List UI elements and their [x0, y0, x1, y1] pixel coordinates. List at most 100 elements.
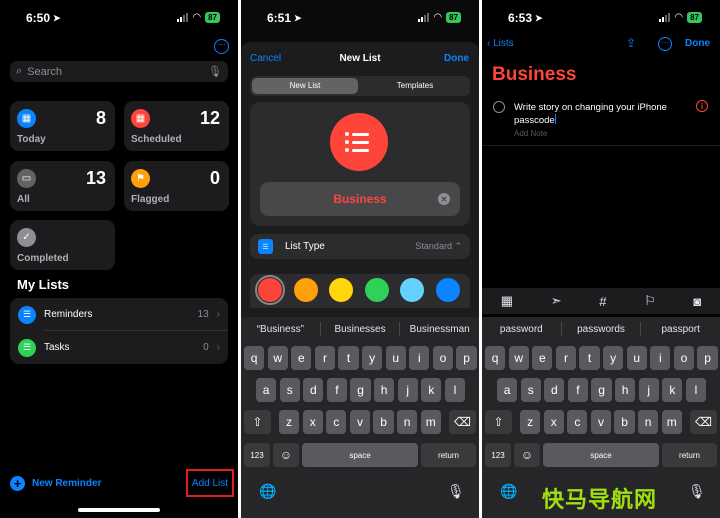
tab-templates[interactable]: Templates — [360, 81, 470, 90]
key-x[interactable]: x — [543, 410, 564, 434]
key-w[interactable]: w — [267, 346, 288, 370]
list-type-value[interactable]: Standard ⌃ — [415, 241, 462, 252]
tab-new-list[interactable]: New List — [250, 81, 360, 90]
share-icon[interactable]: ⇪ — [626, 36, 636, 50]
reminder-checkbox[interactable] — [493, 101, 505, 113]
key-d[interactable]: d — [303, 378, 324, 402]
color-swatch-orange[interactable] — [294, 278, 318, 302]
more-icon[interactable]: ··· — [658, 37, 672, 51]
key-e[interactable]: e — [291, 346, 312, 370]
add-note-field[interactable]: Add Note — [514, 129, 547, 138]
key-l[interactable]: l — [444, 378, 466, 402]
key-g[interactable]: g — [350, 378, 371, 402]
key-o[interactable]: o — [432, 346, 454, 370]
tag-icon[interactable]: # — [599, 294, 606, 309]
key-i[interactable]: i — [650, 346, 671, 370]
list-bullet-icon[interactable] — [330, 113, 388, 171]
delete-key[interactable]: ⌫ — [449, 410, 476, 434]
search-input[interactable]: ⌕ Search 🎙 — [10, 61, 228, 82]
smart-list-completed[interactable]: ✓ Completed — [10, 220, 115, 270]
key-n[interactable]: n — [638, 410, 659, 434]
key-m[interactable]: m — [661, 410, 682, 434]
numbers-key[interactable]: 123 — [485, 443, 511, 467]
key-c[interactable]: c — [567, 410, 588, 434]
key-m[interactable]: m — [420, 410, 441, 434]
return-key[interactable]: return — [662, 443, 717, 467]
key-n[interactable]: n — [397, 410, 418, 434]
color-swatch-red[interactable] — [255, 275, 285, 305]
calendar-clock-icon[interactable]: ▦ — [501, 293, 513, 309]
suggestion[interactable]: passport — [641, 324, 720, 335]
key-f[interactable]: f — [326, 378, 348, 402]
key-u[interactable]: u — [385, 346, 406, 370]
space-key[interactable]: space — [302, 443, 418, 467]
list-name-field[interactable]: Business ✕ — [260, 182, 460, 216]
key-r[interactable]: r — [555, 346, 577, 370]
key-q[interactable]: q — [244, 346, 265, 370]
home-indicator[interactable] — [78, 508, 160, 512]
color-swatch-blue[interactable] — [436, 278, 460, 302]
key-y[interactable]: y — [362, 346, 383, 370]
key-g[interactable]: g — [591, 378, 612, 402]
key-b[interactable]: b — [373, 410, 394, 434]
suggestion[interactable]: Businessman — [400, 324, 479, 335]
smart-list-all[interactable]: ▭ 13 All — [10, 161, 115, 211]
key-i[interactable]: i — [409, 346, 430, 370]
done-button[interactable]: Done — [444, 53, 469, 64]
key-c[interactable]: c — [326, 410, 347, 434]
key-y[interactable]: y — [603, 346, 624, 370]
suggestion[interactable]: password — [482, 324, 561, 335]
numbers-key[interactable]: 123 — [244, 443, 270, 467]
globe-icon[interactable]: 🌐 — [259, 483, 276, 500]
key-z[interactable]: z — [279, 410, 300, 434]
key-v[interactable]: v — [349, 410, 371, 434]
space-key[interactable]: space — [543, 443, 659, 467]
info-icon[interactable]: i — [696, 100, 708, 112]
key-p[interactable]: p — [697, 346, 718, 370]
key-u[interactable]: u — [626, 346, 647, 370]
suggestion[interactable]: Businesses — [321, 324, 400, 335]
location-icon[interactable]: ➣ — [551, 293, 562, 309]
key-z[interactable]: z — [520, 410, 541, 434]
key-a[interactable]: a — [497, 378, 518, 402]
suggestion[interactable]: passwords — [562, 324, 641, 335]
key-k[interactable]: k — [662, 378, 683, 402]
key-d[interactable]: d — [544, 378, 565, 402]
globe-icon[interactable]: 🌐 — [500, 483, 517, 500]
flag-icon[interactable]: ⚐ — [644, 293, 656, 309]
more-icon[interactable]: ··· — [214, 39, 229, 54]
key-h[interactable]: h — [615, 378, 636, 402]
microphone-icon[interactable]: 🎙 — [208, 65, 222, 78]
list-item[interactable]: ☰ Reminders 13 › — [10, 298, 228, 331]
key-v[interactable]: v — [590, 410, 612, 434]
dictation-icon[interactable]: 🎙 — [688, 483, 706, 500]
done-button[interactable]: Done — [685, 38, 710, 49]
key-r[interactable]: r — [314, 346, 336, 370]
smart-list-today[interactable]: ▦ 8 Today — [10, 101, 115, 151]
color-swatch-light-blue[interactable] — [400, 278, 424, 302]
clear-icon[interactable]: ✕ — [438, 193, 450, 205]
shift-key[interactable]: ⇧ — [244, 410, 271, 434]
delete-key[interactable]: ⌫ — [690, 410, 717, 434]
list-item[interactable]: ☰ Tasks 0 › — [10, 331, 228, 364]
color-swatch-green[interactable] — [365, 278, 389, 302]
key-s[interactable]: s — [520, 378, 541, 402]
emoji-key[interactable]: ☺ — [514, 443, 540, 467]
key-t[interactable]: t — [579, 346, 600, 370]
add-list-button[interactable]: Add List — [186, 469, 234, 497]
dictation-icon[interactable]: 🎙 — [447, 483, 465, 500]
key-h[interactable]: h — [374, 378, 395, 402]
key-j[interactable]: j — [397, 378, 418, 402]
return-key[interactable]: return — [421, 443, 476, 467]
key-j[interactable]: j — [638, 378, 659, 402]
key-w[interactable]: w — [508, 346, 529, 370]
list-type-row[interactable]: ☰ List Type Standard ⌃ — [250, 234, 470, 259]
key-o[interactable]: o — [673, 346, 695, 370]
camera-icon[interactable]: ◙ — [693, 294, 701, 309]
shift-key[interactable]: ⇧ — [485, 410, 512, 434]
key-f[interactable]: f — [567, 378, 589, 402]
key-e[interactable]: e — [532, 346, 553, 370]
color-swatch-yellow[interactable] — [329, 278, 353, 302]
reminder-text-field[interactable]: Write story on changing your iPhone pass… — [514, 101, 684, 127]
key-x[interactable]: x — [302, 410, 323, 434]
